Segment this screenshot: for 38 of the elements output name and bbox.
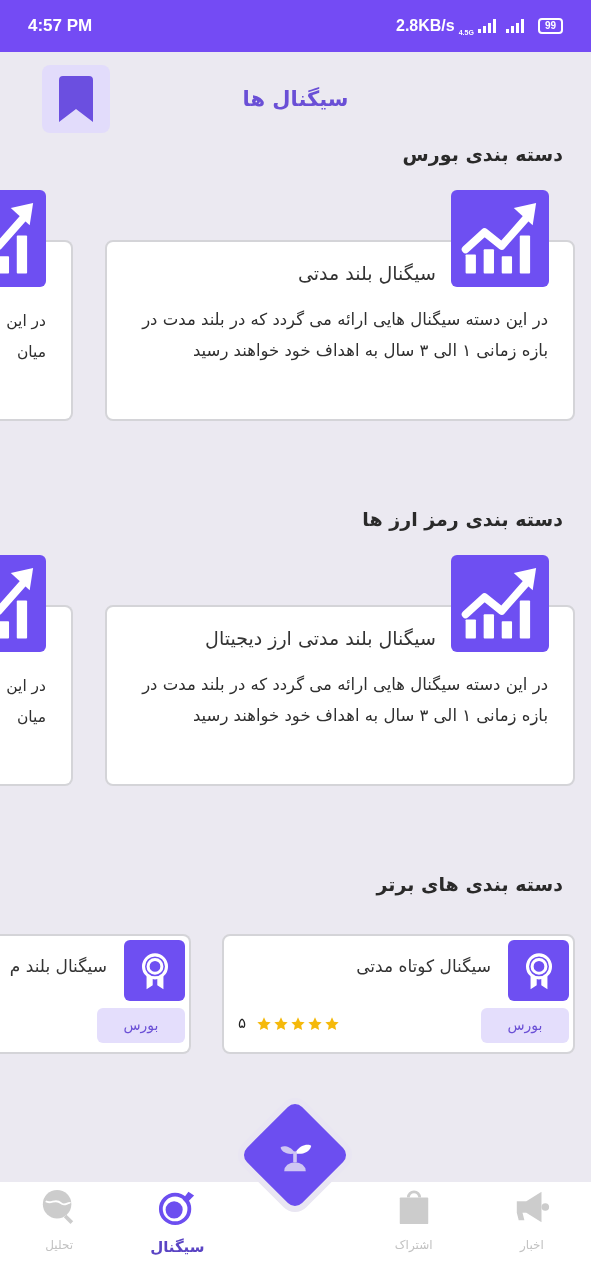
signal-icon bbox=[505, 19, 526, 33]
network-speed: 2.8KB/s bbox=[396, 16, 455, 36]
nav-tab[interactable]: سیگنال bbox=[118, 1182, 237, 1280]
rating-value: ۵ bbox=[238, 1013, 247, 1034]
chart-icon bbox=[451, 190, 549, 287]
star-icon bbox=[290, 1016, 306, 1032]
award-icon bbox=[124, 940, 185, 1001]
card-description: میان bbox=[15, 707, 46, 728]
section-heading: دسته بندی های برتر bbox=[374, 872, 564, 898]
card-title: سیگنال بلند م bbox=[9, 955, 107, 978]
chart-icon bbox=[0, 555, 46, 652]
top-signal-card[interactable]: سیگنال بلند م بورس bbox=[0, 934, 191, 1054]
star-icon bbox=[273, 1016, 289, 1032]
market-tag: بورس bbox=[481, 1008, 569, 1043]
card-description: در این دسته سیگنال هایی ارائه می گردد که در بلند مدت در بازه زمانی ۱ الی ۳ سال به اهداف خود خواهند رسید bbox=[140, 674, 548, 728]
bookmark-button[interactable] bbox=[42, 65, 110, 133]
star-icon bbox=[324, 1016, 340, 1032]
battery-level: 99 bbox=[544, 21, 556, 31]
chart-icon bbox=[0, 190, 46, 287]
card-title: سیگنال کوتاه مدتی bbox=[356, 955, 491, 978]
market-tag: بورس bbox=[97, 1008, 185, 1043]
bookmark-icon bbox=[59, 76, 93, 122]
card-description: میان bbox=[15, 342, 46, 363]
award-icon bbox=[508, 940, 569, 1001]
chart-icon bbox=[451, 555, 549, 652]
card-description: در این bbox=[5, 676, 46, 697]
signal-icon bbox=[477, 19, 498, 33]
clock: 4:57 PM bbox=[28, 15, 93, 38]
section-heading: دسته بندی بورس bbox=[401, 142, 564, 168]
card-title: سیگنال بلند مدتی ارز دیجیتال bbox=[204, 626, 437, 652]
card-description: در این دسته سیگنال هایی ارائه می گردد که در بلند مدت در بازه زمانی ۱ الی ۳ سال به اهداف خود خواهند رسید bbox=[140, 309, 548, 363]
page-title: سیگنال ها bbox=[242, 86, 349, 114]
section-heading: دسته بندی رمز ارز ها bbox=[361, 507, 564, 533]
card-description: در این bbox=[5, 311, 46, 332]
card-title: سیگنال بلند مدتی bbox=[296, 261, 437, 286]
star-icon bbox=[256, 1016, 272, 1032]
star-icon bbox=[307, 1016, 323, 1032]
top-signal-card[interactable]: سیگنال کوتاه مدتی بورس ۵ bbox=[222, 934, 575, 1054]
